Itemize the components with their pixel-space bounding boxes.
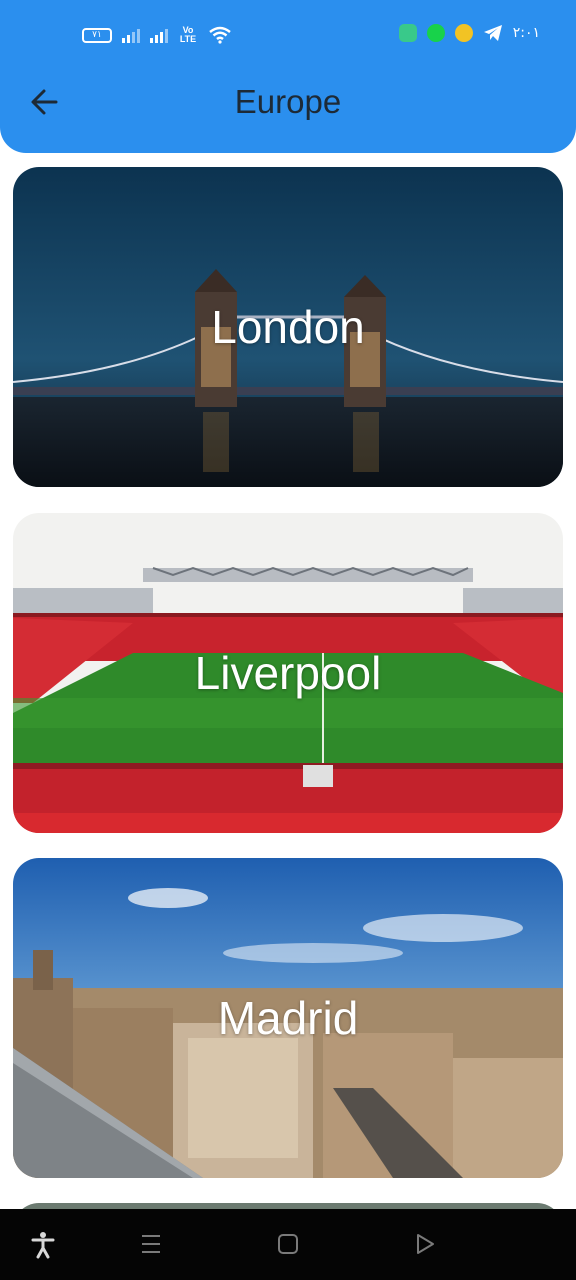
status-left: ٧١ Vo LTE <box>82 26 232 44</box>
city-name-label: Madrid <box>217 992 359 1044</box>
status-right: ٢:٠١ <box>398 24 540 42</box>
app-bar: ٧١ Vo LTE ٢:٠١ Europe <box>0 0 576 153</box>
system-nav-bar <box>0 1209 576 1280</box>
gallery-icon <box>454 24 473 42</box>
green-dot-icon <box>426 24 445 42</box>
city-card-liverpool[interactable]: Liverpool <box>13 513 563 833</box>
recent-apps-icon[interactable] <box>140 1231 162 1257</box>
status-time: ٢:٠١ <box>512 25 540 41</box>
city-card-london[interactable]: London <box>13 167 563 487</box>
city-card-madrid[interactable]: Madrid <box>13 858 563 1178</box>
signal-icon-2 <box>150 27 168 43</box>
battery-icon: ٧١ <box>82 27 112 43</box>
accessibility-icon[interactable] <box>30 1231 56 1259</box>
home-icon[interactable] <box>277 1231 299 1257</box>
wifi-icon <box>209 26 231 44</box>
signal-icon-1 <box>122 27 140 43</box>
city-name-label: Liverpool <box>194 647 382 699</box>
telegram-icon <box>483 25 502 41</box>
page-title: Europe <box>234 83 342 120</box>
city-name-label: London <box>211 301 365 353</box>
volte-icon: Vo LTE <box>179 25 197 44</box>
back-nav-icon[interactable] <box>414 1231 436 1257</box>
status-bar: ٧١ Vo LTE ٢:٠١ <box>0 0 576 70</box>
whatsapp-icon <box>398 24 417 42</box>
